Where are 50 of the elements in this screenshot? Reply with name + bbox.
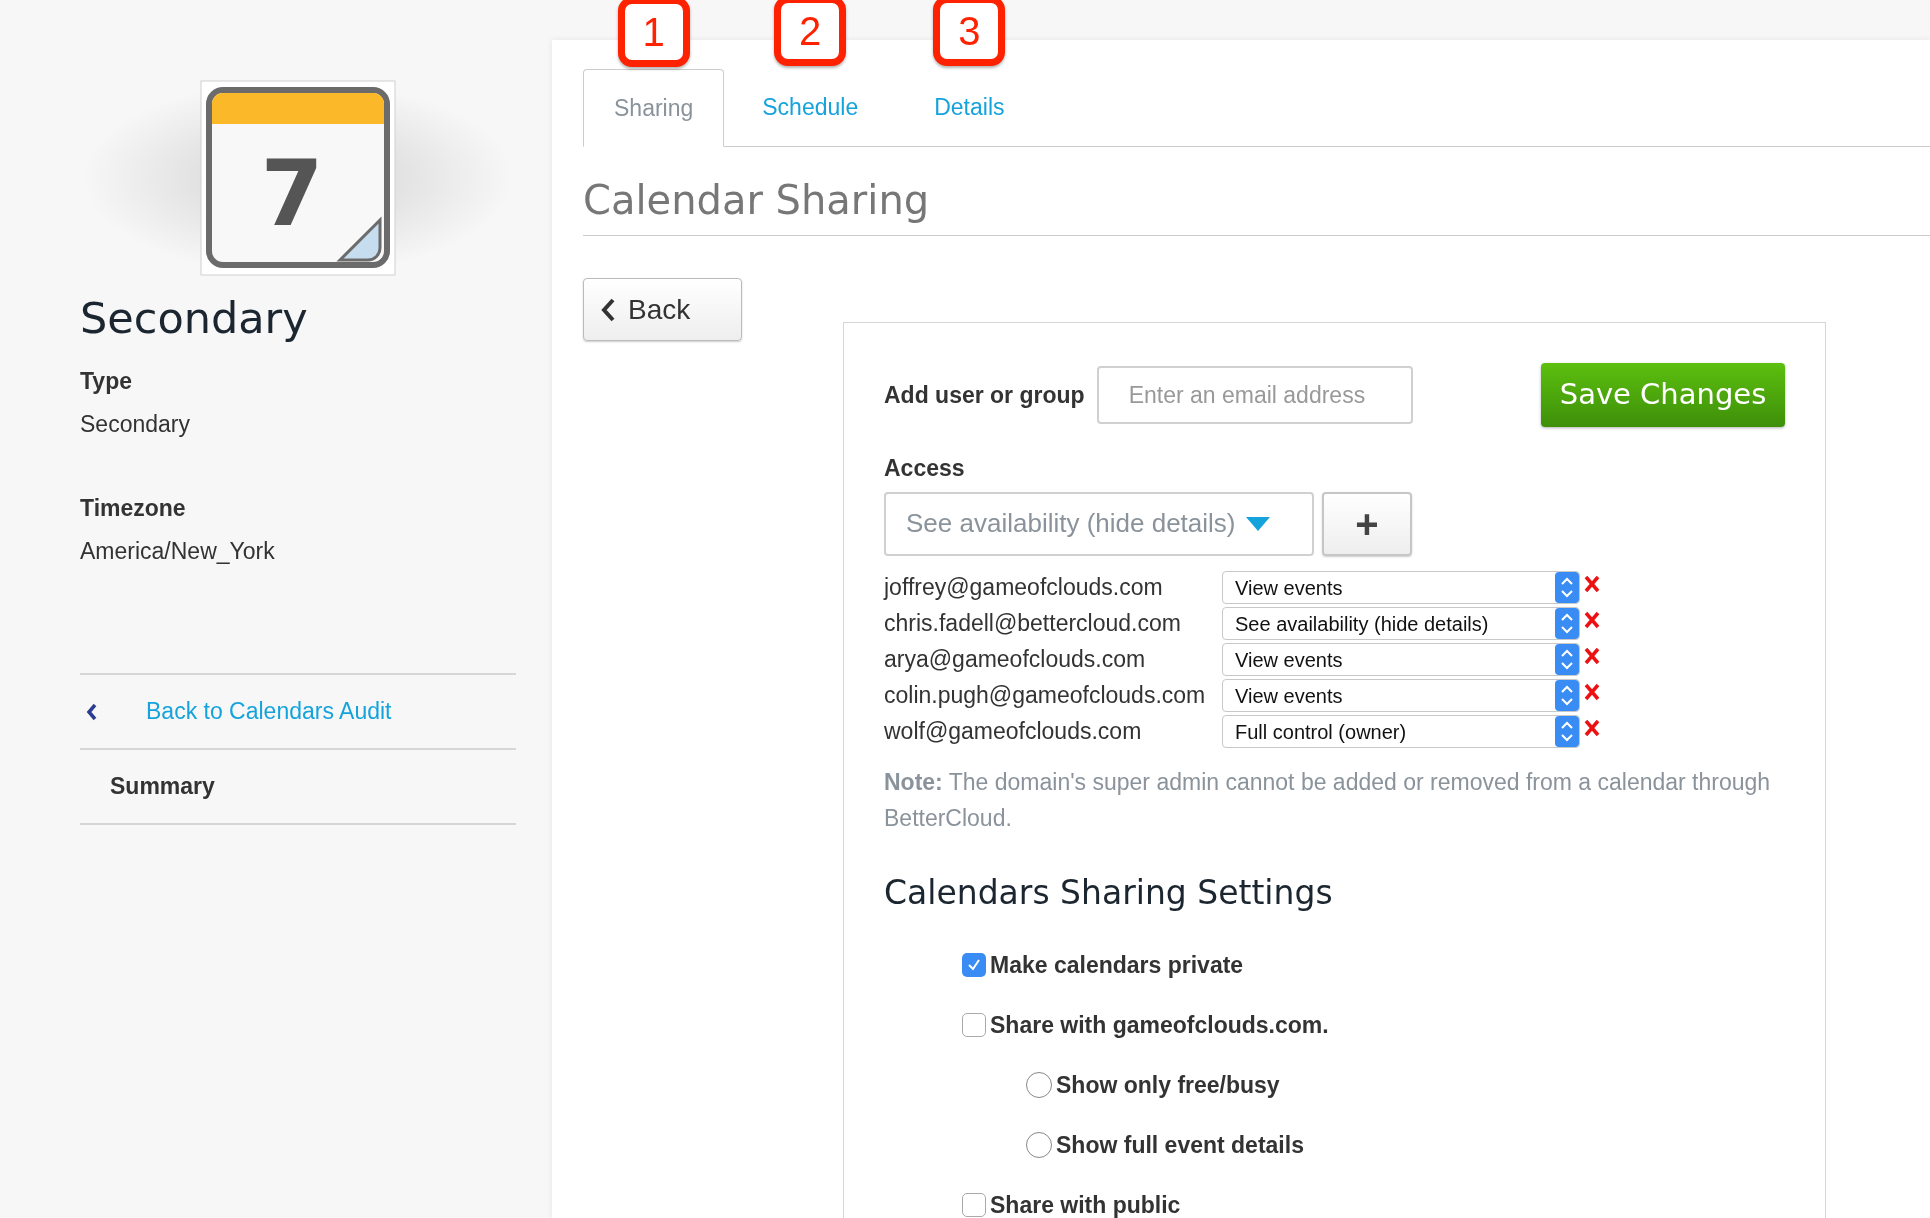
share-email: chris.fadell@bettercloud.com [884, 609, 1182, 639]
checkbox[interactable] [962, 1013, 986, 1037]
share-email: arya@gameofclouds.com [884, 645, 1147, 675]
checkbox[interactable] [962, 1193, 986, 1217]
option-label: Show only free/busy [1056, 1070, 1280, 1100]
field-value: Secondary [80, 409, 191, 439]
remove-icon[interactable] [1584, 610, 1600, 629]
chevron-left-icon [600, 296, 616, 323]
access-select[interactable]: View events [1222, 679, 1580, 712]
stepper-icon [1555, 716, 1579, 747]
step-number: 1 [617, 0, 690, 67]
chevron-left-icon [86, 702, 98, 721]
caret-down-icon [1245, 516, 1270, 531]
stepper-icon [1555, 644, 1579, 675]
stepper-icon [1555, 680, 1579, 711]
add-button[interactable]: + [1322, 491, 1412, 556]
share-email: joffrey@gameofclouds.com [884, 573, 1164, 603]
remove-icon[interactable] [1584, 682, 1600, 701]
option-label: Share with public [990, 1190, 1181, 1218]
step-number: 3 [933, 0, 1006, 66]
field-label: Type [80, 367, 133, 396]
option-label: Make calendars private [990, 950, 1244, 980]
step-number: 2 [774, 0, 847, 66]
access-select[interactable]: View events [1222, 571, 1580, 604]
sidebar-title: Secondary [80, 292, 309, 345]
note-text: Note: The domain's super admin cannot be added or removed from a calendar through BetterCloud. [884, 767, 1772, 833]
remove-icon[interactable] [1584, 646, 1600, 665]
remove-icon[interactable] [1584, 574, 1600, 593]
access-select[interactable]: See availability (hide details) [1222, 607, 1580, 640]
access-select[interactable]: View events [1222, 643, 1580, 676]
option-label: Share with gameofclouds.com. [990, 1010, 1329, 1040]
stepper-icon [1555, 572, 1579, 603]
stepper-icon [1555, 608, 1579, 639]
option-label: Show full event details [1056, 1130, 1304, 1160]
access-select[interactable]: Full control (owner) [1222, 715, 1580, 748]
share-email: wolf@gameofclouds.com [884, 717, 1143, 747]
page-heading: Calendar Sharing [583, 173, 1930, 236]
calendar-icon: 7 [200, 80, 396, 276]
checkbox[interactable] [962, 953, 986, 977]
field-label: Add user or group [884, 380, 1085, 410]
back-button[interactable]: Back [583, 278, 742, 341]
field-label: Timezone [80, 494, 187, 523]
field-value: America/New_York [80, 536, 276, 566]
remove-icon[interactable] [1584, 718, 1600, 737]
email-field[interactable]: Enter an email address [1096, 366, 1413, 424]
share-email: colin.pugh@gameofclouds.com [884, 681, 1207, 711]
section-heading: Calendars Sharing Settings [884, 871, 1334, 914]
nav-item[interactable]: Summary [110, 769, 215, 804]
field-label: Access [884, 454, 966, 483]
checkmark-icon [966, 957, 982, 973]
